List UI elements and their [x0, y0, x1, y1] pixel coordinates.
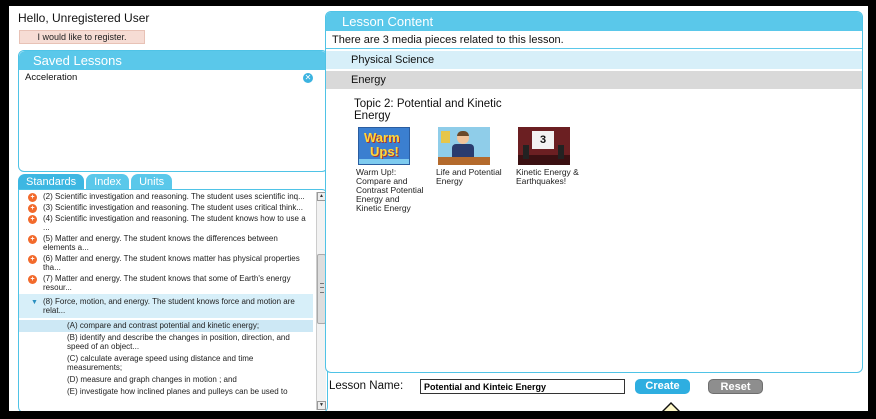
standard-item[interactable]: + (2) Scientific investigation and reaso…: [19, 192, 313, 202]
reset-button[interactable]: Reset: [708, 379, 763, 394]
thumb-desk: [438, 157, 490, 165]
thumb-sign: [441, 131, 450, 143]
thumb-person: [558, 145, 564, 159]
scroll-down-icon[interactable]: ▼: [317, 401, 326, 410]
standard-text: (6) Matter and energy. The student knows…: [43, 254, 300, 272]
standard-text: (3) Scientific investigation and reasoni…: [43, 203, 303, 212]
thumb-strip: [359, 159, 409, 164]
plus-circle-icon[interactable]: +: [28, 204, 37, 213]
standard-item-expanded[interactable]: ▼ (8) Force, motion, and energy. The stu…: [19, 294, 313, 318]
register-button[interactable]: I would like to register.: [19, 30, 145, 44]
app-frame: Hello, Unregistered User I would like to…: [9, 6, 868, 411]
thumb-board: 3: [532, 131, 554, 149]
standard-item[interactable]: + (7) Matter and energy. The student kno…: [19, 274, 313, 292]
media-item-warm-up[interactable]: Warm Ups! Warm Up!: Compare and Contrast…: [356, 127, 426, 213]
plus-circle-icon[interactable]: +: [28, 255, 37, 264]
plus-circle-icon[interactable]: +: [28, 193, 37, 202]
standard-text: (8) Force, motion, and energy. The stude…: [43, 297, 295, 315]
sub-standard-item[interactable]: (B) identify and describe the changes in…: [19, 332, 313, 353]
thumb-person: [523, 145, 529, 159]
lesson-name-row: Lesson Name: Create Reset: [329, 378, 859, 396]
lesson-content-title: Lesson Content: [326, 12, 862, 31]
plus-circle-icon[interactable]: +: [28, 215, 37, 224]
saved-lesson-item[interactable]: Acceleration ✕: [19, 70, 327, 86]
grip-icon: [320, 283, 324, 293]
media-item-life[interactable]: Life and Potential Energy: [436, 127, 506, 186]
sub-standard-item[interactable]: (E) investigate how inclined planes and …: [19, 386, 313, 398]
lesson-name-label: Lesson Name:: [329, 380, 404, 392]
thumb-hair: [457, 131, 469, 136]
lesson-content-panel: Lesson Content There are 3 media pieces …: [325, 11, 863, 373]
media-title[interactable]: Life and Potential Energy: [436, 168, 506, 186]
standard-item[interactable]: + (4) Scientific investigation and reaso…: [19, 214, 313, 232]
browse-tabs: Standards Index Units: [18, 174, 173, 190]
standard-item[interactable]: + (6) Matter and energy. The student kno…: [19, 254, 313, 272]
standard-text: (5) Matter and energy. The student knows…: [43, 234, 278, 252]
remove-lesson-icon[interactable]: ✕: [303, 73, 313, 83]
tooltip-pointer-icon: [661, 402, 681, 411]
greeting-text: Hello, Unregistered User: [18, 11, 150, 25]
saved-lessons-title: Saved Lessons: [19, 51, 327, 70]
sub-standard-item[interactable]: (C) calculate average speed using distan…: [19, 353, 313, 374]
plus-circle-icon[interactable]: +: [28, 275, 37, 284]
tab-units[interactable]: Units: [131, 174, 173, 190]
warm-ups-thumbnail[interactable]: Warm Ups!: [358, 127, 410, 165]
thumb-text: Ups!: [370, 144, 399, 159]
standards-list: + (2) Scientific investigation and reaso…: [19, 190, 313, 411]
saved-lesson-label: Acceleration: [25, 72, 78, 83]
sub-standard-item[interactable]: (A) compare and contrast potential and k…: [19, 320, 313, 332]
media-count-text: There are 3 media pieces related to this…: [326, 31, 862, 49]
sub-standard-item[interactable]: (D) measure and graph changes in motion …: [19, 374, 313, 386]
standard-text: (4) Scientific investigation and reasoni…: [43, 214, 306, 232]
lesson-name-input[interactable]: [420, 379, 625, 394]
standard-item[interactable]: + (5) Matter and energy. The student kno…: [19, 234, 313, 252]
media-title[interactable]: Kinetic Energy & Earthquakes!: [516, 168, 586, 186]
media-title[interactable]: Warm Up!: Compare and Contrast Potential…: [356, 168, 426, 213]
thumb-text: Warm: [364, 130, 400, 145]
standard-item[interactable]: + (3) Scientific investigation and reaso…: [19, 203, 313, 213]
topic-title: Topic 2: Potential and Kinetic Energy: [354, 98, 502, 122]
subject-band[interactable]: Physical Science: [326, 51, 862, 69]
tab-index[interactable]: Index: [86, 174, 130, 190]
plus-circle-icon[interactable]: +: [28, 235, 37, 244]
presenter-thumbnail[interactable]: [438, 127, 490, 165]
create-button[interactable]: Create: [635, 379, 690, 394]
caret-down-icon[interactable]: ▼: [31, 298, 38, 307]
standards-panel: + (2) Scientific investigation and reaso…: [18, 189, 328, 411]
category-band[interactable]: Energy: [326, 71, 862, 89]
saved-lessons-panel: Saved Lessons Acceleration ✕: [18, 50, 328, 172]
tab-standards[interactable]: Standards: [18, 174, 85, 190]
earthquake-thumbnail[interactable]: 3: [518, 127, 570, 165]
media-item-kinetic[interactable]: 3 Kinetic Energy & Earthquakes!: [516, 127, 586, 186]
standard-text: (7) Matter and energy. The student knows…: [43, 274, 291, 292]
standard-text: (2) Scientific investigation and reasoni…: [43, 192, 305, 201]
